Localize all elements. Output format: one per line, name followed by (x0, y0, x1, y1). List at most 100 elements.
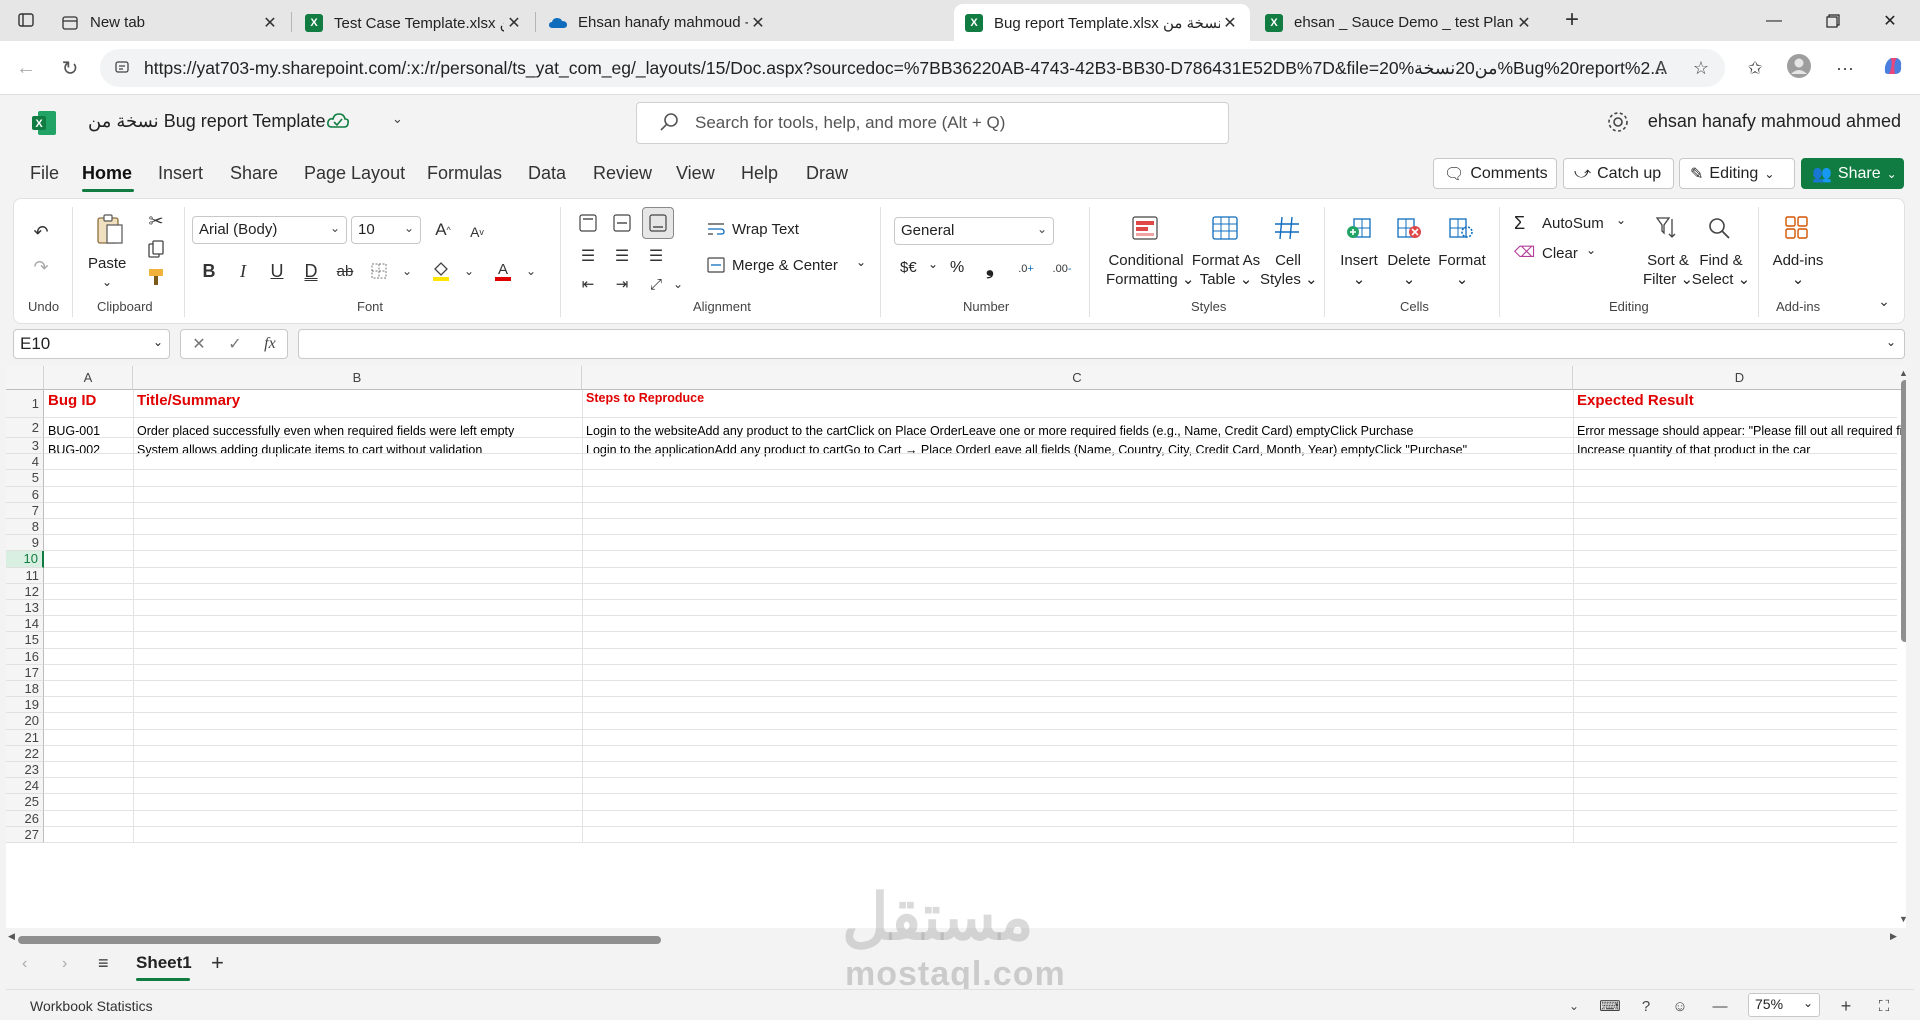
chevron-down-icon[interactable]: ⌄ (516, 256, 546, 286)
format-as-table-label[interactable]: Format As Table ⌄ (1190, 251, 1262, 289)
sort-filter-label[interactable]: Sort & Filter ⌄ (1638, 251, 1698, 289)
collapse-ribbon-icon[interactable]: ⌄ (1874, 291, 1894, 311)
fullscreen-icon[interactable]: ⛶ (1872, 995, 1896, 1017)
zoom-level-dropdown[interactable]: 75% ⌄ (1748, 993, 1820, 1017)
column-header-a[interactable]: A (44, 366, 133, 390)
chevron-down-icon[interactable]: ⌄ (454, 256, 484, 286)
close-icon[interactable]: ✕ (260, 13, 280, 33)
user-name[interactable]: ehsan hanafy mahmoud ahmed (1648, 111, 1901, 132)
scroll-down-icon[interactable]: ▼ (1899, 914, 1906, 924)
feedback-icon[interactable]: ☺ (1668, 995, 1692, 1017)
tab-review[interactable]: Review (593, 163, 652, 184)
close-icon[interactable]: ✕ (1514, 13, 1534, 33)
row-header[interactable]: 4 (6, 454, 44, 471)
zoom-out-icon[interactable]: — (1708, 995, 1732, 1017)
keyboard-icon[interactable]: ⌨ (1598, 995, 1622, 1017)
orientation-icon[interactable]: ⤢ (642, 271, 670, 297)
currency-button[interactable]: $€ (900, 259, 917, 276)
underline-icon[interactable]: U (262, 256, 292, 286)
spreadsheet-grid[interactable]: A B C D Bug ID Title/Summary Steps to Re… (6, 366, 1906, 928)
chevron-down-icon[interactable]: ⌄ (1586, 243, 1596, 257)
browser-tab-bug-report[interactable]: X Bug report Template.xlsx نسخة من ✕ (954, 4, 1250, 41)
addins-icon[interactable] (1782, 213, 1812, 243)
align-center-icon[interactable]: ☰ (608, 243, 636, 269)
refresh-icon[interactable]: ↻ (54, 52, 86, 84)
comments-button[interactable]: 🗨 Comments (1433, 158, 1557, 189)
format-as-table-icon[interactable] (1210, 213, 1240, 243)
check-icon[interactable]: ✓ (228, 334, 241, 354)
all-sheets-icon[interactable]: ≡ (98, 953, 109, 974)
row-header[interactable]: 20 (6, 713, 44, 730)
addins-label[interactable]: Add-ins ⌄ (1766, 251, 1830, 289)
sort-filter-icon[interactable] (1652, 213, 1682, 243)
row-header[interactable]: 5 (6, 470, 44, 487)
clear-label[interactable]: Clear (1542, 245, 1578, 262)
autosum-icon[interactable]: Σ (1514, 213, 1525, 234)
catch-up-button[interactable]: ⤻ Catch up (1563, 158, 1674, 189)
add-sheet-button[interactable]: + (211, 950, 224, 976)
row-header[interactable]: 8 (6, 519, 44, 536)
cell-styles-icon[interactable] (1272, 213, 1302, 243)
chevron-down-icon[interactable]: ⌄ (928, 257, 938, 271)
format-cells-label[interactable]: Format ⌄ (1434, 251, 1490, 289)
percent-button[interactable]: % (950, 259, 964, 277)
row-header[interactable]: 10 (6, 551, 44, 568)
copilot-icon[interactable] (1878, 54, 1908, 78)
decrease-font-size-icon[interactable]: Av (463, 219, 491, 245)
wrap-text-icon[interactable] (704, 217, 728, 241)
column-header-c[interactable]: C (582, 366, 1573, 390)
comma-style-button[interactable]: ❟ (986, 257, 994, 280)
italic-icon[interactable]: I (228, 256, 258, 286)
row-header[interactable]: 17 (6, 664, 44, 681)
delete-cells-label[interactable]: Delete ⌄ (1384, 251, 1434, 289)
tab-insert[interactable]: Insert (158, 163, 203, 184)
row-header[interactable]: 9 (6, 535, 44, 552)
browser-tab-test-case[interactable]: X Test Case Template.xlsx نسخة من ✕ (294, 4, 534, 41)
row-header[interactable]: 11 (6, 567, 44, 584)
sheet-tab-sheet1[interactable]: Sheet1 (136, 953, 192, 973)
read-aloud-icon[interactable]: A (1646, 56, 1676, 80)
zoom-in-icon[interactable]: + (1834, 995, 1858, 1017)
row-header[interactable]: 12 (6, 583, 44, 600)
merge-center-icon[interactable] (704, 253, 728, 277)
restore-button[interactable] (1805, 0, 1861, 41)
column-header-d[interactable]: D (1573, 366, 1906, 390)
copy-icon[interactable] (143, 237, 169, 261)
fill-color-icon[interactable] (426, 256, 456, 286)
find-select-label[interactable]: Find & Select ⌄ (1690, 251, 1752, 289)
scroll-left-icon[interactable]: ◀ (8, 931, 15, 942)
editing-mode-button[interactable]: ✎ Editing ⌄ (1679, 158, 1795, 189)
back-icon[interactable]: ← (10, 52, 42, 84)
close-icon[interactable]: ✕ (748, 13, 768, 33)
browser-tab-test-plan[interactable]: X ehsan _ Sauce Demo _ test Plan.xl ✕ (1254, 4, 1544, 41)
align-middle-icon[interactable] (608, 209, 636, 237)
row-header[interactable]: 23 (6, 762, 44, 779)
browser-tab-newtab[interactable]: New tab ✕ (50, 4, 290, 41)
row-header[interactable]: 6 (6, 486, 44, 503)
tab-draw[interactable]: Draw (806, 163, 848, 184)
paste-icon[interactable] (90, 209, 130, 249)
select-all-corner[interactable] (6, 366, 44, 390)
redo-icon[interactable]: ↷ (28, 254, 54, 280)
browser-tab-onedrive[interactable]: Ehsan hanafy mahmoud - OneDri ✕ (538, 4, 778, 41)
insert-function-icon[interactable]: fx (264, 335, 276, 353)
increase-indent-icon[interactable]: ⇥ (608, 271, 636, 297)
conditional-formatting-label[interactable]: Conditional Formatting ⌄ (1106, 251, 1194, 289)
minimize-button[interactable]: — (1746, 0, 1802, 41)
column-header-b[interactable]: B (133, 366, 582, 390)
cancel-icon[interactable]: ✕ (192, 334, 205, 354)
wrap-text-label[interactable]: Wrap Text (732, 221, 799, 238)
align-left-icon[interactable]: ☰ (574, 243, 602, 269)
previous-sheet-icon[interactable]: ‹ (22, 955, 27, 973)
close-icon[interactable]: ✕ (504, 13, 524, 33)
cell-b3[interactable]: System allows adding duplicate items to … (135, 443, 581, 459)
font-color-icon[interactable]: A (488, 256, 518, 286)
format-painter-icon[interactable] (143, 265, 169, 289)
cut-icon[interactable]: ✂ (143, 209, 169, 233)
tab-share[interactable]: Share (230, 163, 278, 184)
tab-formulas[interactable]: Formulas (427, 163, 502, 184)
help-icon[interactable]: ? (1634, 995, 1658, 1017)
format-cells-icon[interactable] (1446, 213, 1476, 243)
cell-a1[interactable]: Bug ID (46, 392, 132, 412)
close-icon[interactable]: ✕ (1220, 13, 1240, 33)
